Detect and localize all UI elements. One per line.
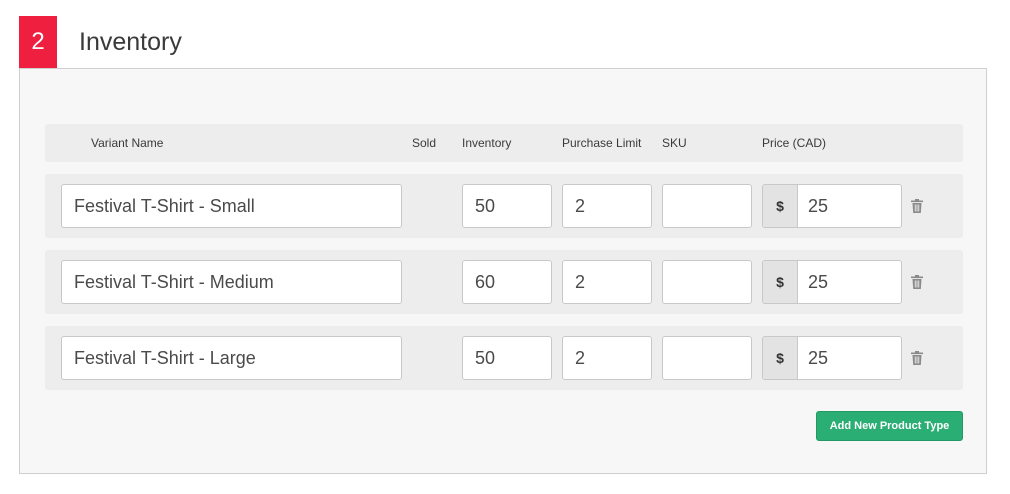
price-input-group: $: [762, 336, 902, 380]
inventory-input[interactable]: [462, 260, 552, 304]
inventory-input[interactable]: [462, 184, 552, 228]
header-inventory: Inventory: [462, 136, 512, 150]
trash-icon[interactable]: [911, 199, 923, 213]
sku-input[interactable]: [662, 184, 752, 228]
section-header: 2 Inventory: [19, 16, 182, 68]
price-input-group: $: [762, 260, 902, 304]
variant-row: $: [45, 326, 963, 390]
section-title: Inventory: [79, 27, 182, 56]
purchase-limit-input[interactable]: [562, 260, 652, 304]
step-number-badge: 2: [19, 16, 57, 68]
purchase-limit-input[interactable]: [562, 184, 652, 228]
inventory-panel: Variant Name Sold Inventory Purchase Lim…: [19, 68, 987, 474]
trash-icon[interactable]: [911, 351, 923, 365]
currency-addon: $: [763, 261, 798, 303]
variant-row: $: [45, 174, 963, 238]
variant-row: $: [45, 250, 963, 314]
table-header: Variant Name Sold Inventory Purchase Lim…: [45, 124, 963, 162]
variant-name-input[interactable]: [61, 260, 402, 304]
trash-icon[interactable]: [911, 275, 923, 289]
header-price: Price (CAD): [762, 136, 827, 150]
sku-input[interactable]: [662, 336, 752, 380]
inventory-input[interactable]: [462, 336, 552, 380]
purchase-limit-input[interactable]: [562, 336, 652, 380]
variant-name-input[interactable]: [61, 336, 402, 380]
currency-addon: $: [763, 337, 798, 379]
variant-name-input[interactable]: [61, 184, 402, 228]
header-sold: Sold: [412, 136, 437, 150]
header-variant-name: Variant Name: [91, 136, 164, 150]
currency-addon: $: [763, 185, 798, 227]
price-input[interactable]: [798, 185, 901, 227]
header-purchase-limit: Purchase Limit: [562, 136, 642, 150]
add-product-type-button[interactable]: Add New Product Type: [816, 411, 963, 441]
price-input[interactable]: [798, 337, 901, 379]
sku-input[interactable]: [662, 260, 752, 304]
price-input[interactable]: [798, 261, 901, 303]
header-sku: SKU: [662, 136, 687, 150]
price-input-group: $: [762, 184, 902, 228]
